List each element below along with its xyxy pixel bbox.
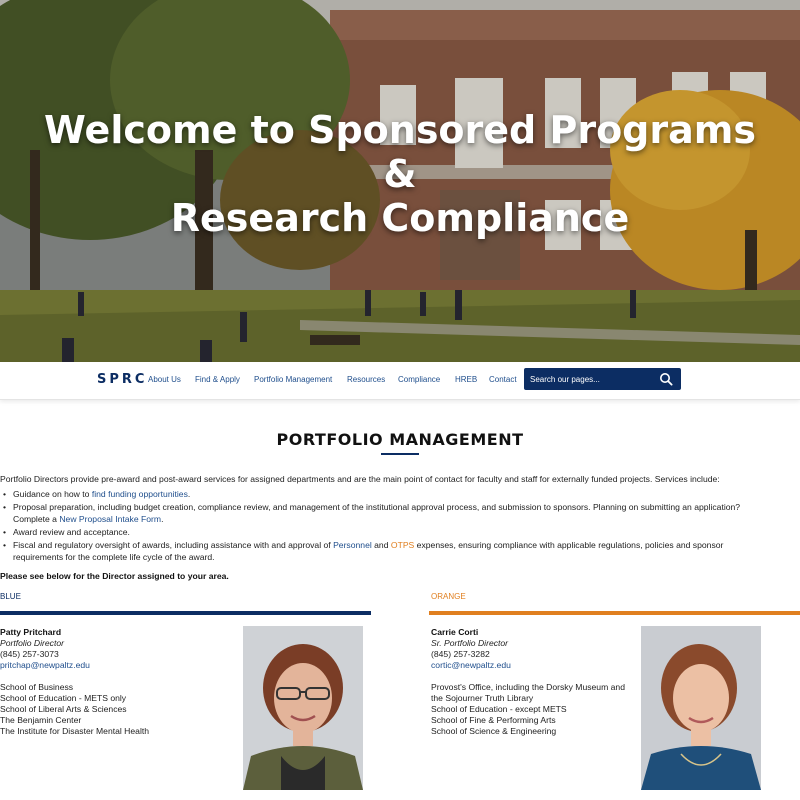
director-email-link[interactable]: cortic@newpaltz.edu xyxy=(431,660,511,670)
assigned-area-item: The Benjamin Center xyxy=(0,715,82,725)
nav-link-hreb[interactable]: HREB xyxy=(455,375,477,384)
director-role: Sr. Portfolio Director xyxy=(431,638,509,648)
nav-link-compliance[interactable]: Compliance xyxy=(398,375,440,384)
otps-link[interactable]: OTPS xyxy=(391,540,414,550)
area-label-orange: ORANGE xyxy=(431,592,466,601)
assigned-area-item: The Institute for Disaster Mental Health xyxy=(0,726,150,736)
personnel-link[interactable]: Personnel xyxy=(333,540,372,550)
list-item: Proposal preparation, including budget c… xyxy=(0,501,770,525)
area-label-blue: BLUE xyxy=(0,592,21,601)
director-name: Carrie Corti xyxy=(431,627,479,637)
assigned-area-item: School of Science & Engineering xyxy=(431,726,557,736)
assigned-area-item: the Sojourner Truth Library xyxy=(431,693,534,703)
intro-text: Portfolio Directors provide pre-award an… xyxy=(0,474,720,484)
director-phone: (845) 257-3073 xyxy=(0,649,59,659)
find-funding-link[interactable]: find funding opportunities xyxy=(92,489,188,499)
search-input[interactable] xyxy=(530,373,655,385)
hero-banner: Welcome to Sponsored Programs & Research… xyxy=(0,0,800,362)
hero-title-line-3: Research Compliance xyxy=(170,196,630,240)
list-item-text: Guidance on how to xyxy=(13,489,92,499)
list-item-text: . xyxy=(161,514,164,524)
assigned-areas: School of Business School of Education -… xyxy=(0,682,230,737)
services-list: Guidance on how to find funding opportun… xyxy=(0,488,770,564)
director-photo-blue xyxy=(243,626,363,790)
list-item: Award review and acceptance. xyxy=(0,526,770,538)
area-rule-blue xyxy=(0,611,371,615)
main-navigation: SPRC About Us Find & Apply Portfolio Man… xyxy=(0,362,800,400)
nav-link-portfolio-management[interactable]: Portfolio Management xyxy=(254,375,332,384)
director-phone: (845) 257-3282 xyxy=(431,649,490,659)
list-item-text: Award review and acceptance. xyxy=(13,527,130,537)
assigned-area-item: School of Fine & Performing Arts xyxy=(431,715,556,725)
hero-title-line-2: & xyxy=(383,152,417,196)
assigned-areas: Provost's Office, including the Dorsky M… xyxy=(431,682,661,737)
list-item-text: and xyxy=(371,540,391,550)
page-title: PORTFOLIO MANAGEMENT xyxy=(276,430,524,449)
nav-link-find-apply[interactable]: Find & Apply xyxy=(195,375,240,384)
portrait-image xyxy=(243,626,363,790)
title-underline xyxy=(381,453,419,455)
nav-link-resources[interactable]: Resources xyxy=(347,375,385,384)
brand-logo[interactable]: SPRC xyxy=(97,372,147,387)
intake-form-link[interactable]: New Proposal Intake Form xyxy=(59,514,161,524)
search-icon[interactable] xyxy=(659,372,673,386)
list-item: Guidance on how to find funding opportun… xyxy=(0,488,770,500)
director-name: Patty Pritchard xyxy=(0,627,62,637)
list-item-text: . xyxy=(187,489,191,499)
director-email-link[interactable]: pritchap@newpaltz.edu xyxy=(0,660,90,670)
portrait-image xyxy=(641,626,761,790)
assigned-area-item: School of Education - METS only xyxy=(0,693,127,703)
hero-title-line-1: Welcome to Sponsored Programs xyxy=(44,108,756,152)
list-item-text: Fiscal and regulatory oversight of award… xyxy=(13,540,334,550)
assigned-area-item: School of Liberal Arts & Sciences xyxy=(0,704,127,714)
director-card-blue: Patty Pritchard Portfolio Director (845)… xyxy=(0,627,230,737)
director-photo-orange xyxy=(641,626,761,790)
search-box xyxy=(524,368,681,390)
director-role: Portfolio Director xyxy=(0,638,64,648)
list-item: Fiscal and regulatory oversight of award… xyxy=(0,539,770,563)
nav-link-about-us[interactable]: About Us xyxy=(148,375,181,384)
director-card-orange: Carrie Corti Sr. Portfolio Director (845… xyxy=(431,627,661,737)
assigned-area-item: School of Business xyxy=(0,682,74,692)
area-rule-orange xyxy=(429,611,800,615)
nav-link-contact[interactable]: Contact xyxy=(489,375,517,384)
assigned-area-item: Provost's Office, including the Dorsky M… xyxy=(431,682,625,692)
assigned-area-item: School of Education - except METS xyxy=(431,704,567,714)
director-note: Please see below for the Director assign… xyxy=(0,571,229,581)
hero-title: Welcome to Sponsored Programs & Research… xyxy=(0,108,800,240)
